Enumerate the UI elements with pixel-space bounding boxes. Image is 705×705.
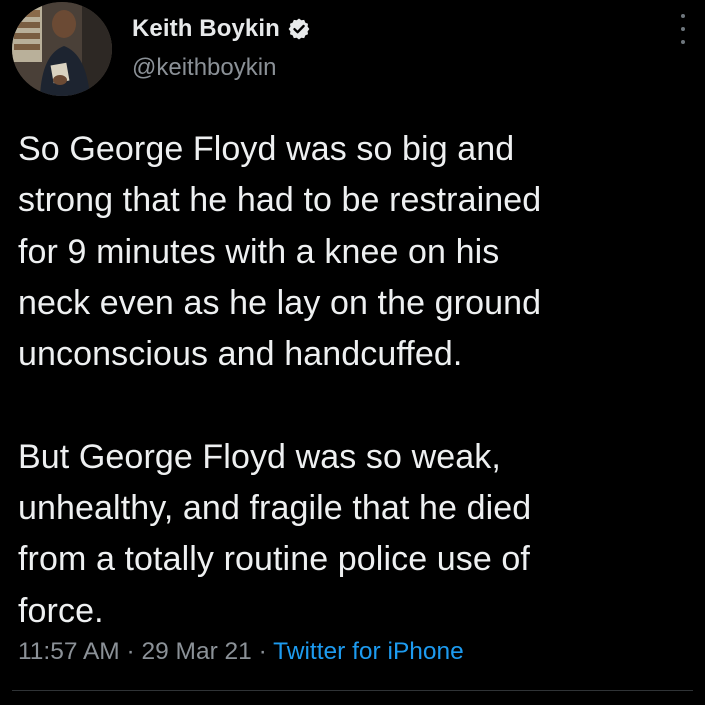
tweet-text-line: neck even as he lay on the ground xyxy=(18,283,542,322)
author-name-row: Keith Boykin xyxy=(132,10,311,48)
tweet-meta: 11:57 AM · 29 Mar 21 · Twitter for iPhon… xyxy=(18,638,464,666)
tweet-text-line: force. xyxy=(18,591,104,630)
tweet-text-line: So George Floyd was so big and xyxy=(18,130,515,168)
tweet-card: Keith Boykin @keithboykin So George Floy… xyxy=(0,0,705,705)
tweet-text-line: from a totally routine police use of xyxy=(18,540,530,579)
tweet-time[interactable]: 11:57 AM xyxy=(18,638,120,665)
tweet-text-line: unhealthy, and fragile that he died xyxy=(18,489,532,528)
tweet-source-link[interactable]: Twitter for iPhone xyxy=(273,638,464,665)
tweet-text-line: strong that he had to be restrained xyxy=(18,181,542,220)
tweet-text: So George Floyd was so big and strong th… xyxy=(18,124,688,637)
tweet-text-line: unconscious and handcuffed. xyxy=(18,335,463,374)
avatar-photo xyxy=(12,2,112,96)
verified-badge-icon xyxy=(287,17,311,41)
tweet-date[interactable]: 29 Mar 21 xyxy=(142,638,252,665)
tweet-text-line: But George Floyd was so weak, xyxy=(18,437,501,476)
divider xyxy=(12,690,693,691)
meta-separator: · xyxy=(258,638,267,665)
more-dot xyxy=(681,27,685,31)
more-vertical-icon[interactable] xyxy=(677,14,689,44)
avatar[interactable] xyxy=(12,2,112,96)
meta-separator: · xyxy=(126,638,135,665)
tweet-text-line: for 9 minutes with a knee on his xyxy=(18,232,500,271)
more-dot xyxy=(681,40,685,44)
more-dot xyxy=(681,14,685,18)
author-display-name[interactable]: Keith Boykin xyxy=(132,15,280,43)
author-handle[interactable]: @keithboykin xyxy=(132,54,276,82)
